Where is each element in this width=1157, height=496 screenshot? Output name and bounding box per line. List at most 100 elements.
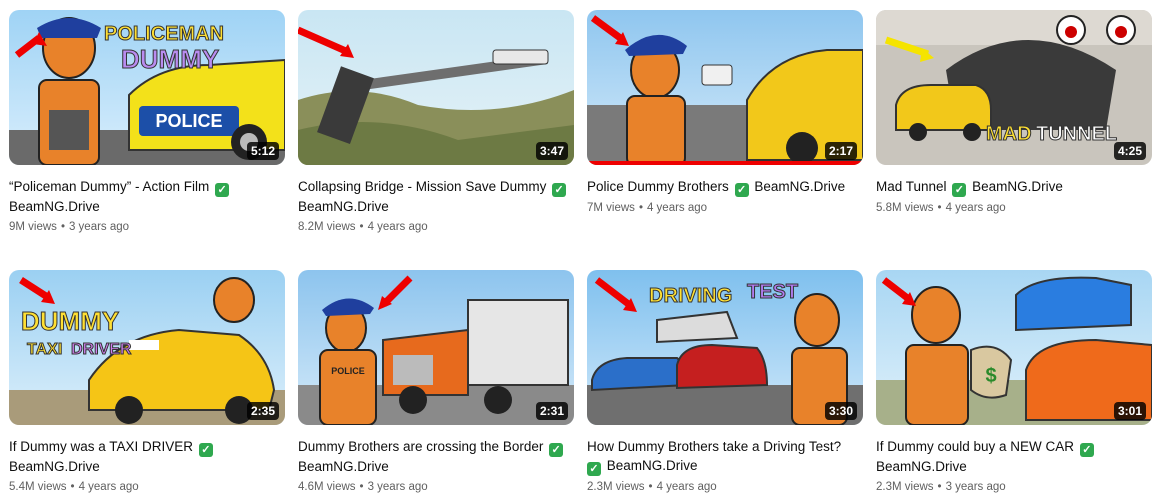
- thumbnail-image: [587, 10, 863, 165]
- video-stats: 5.4M views • 4 years ago: [9, 481, 139, 493]
- duration-badge: 3:01: [1113, 402, 1146, 420]
- video-title-text: If Dummy was a TAXI DRIVER: [9, 439, 194, 454]
- view-count: 9M views: [9, 221, 57, 233]
- duration-badge: 2:31: [535, 402, 568, 420]
- video-stats: 4.6M views • 3 years ago: [298, 481, 428, 493]
- thumbnail-caption: DRIVER: [71, 341, 132, 358]
- duration-badge: 4:25: [1113, 142, 1146, 160]
- video-title-text: “Policeman Dummy” - Action Film: [9, 179, 210, 194]
- verified-check-icon: ✓: [734, 183, 749, 197]
- video-title[interactable]: Police Dummy Brothers ✓ BeamNG.Drive: [587, 177, 863, 197]
- thumbnail-image: POLICE: [298, 270, 574, 425]
- video-title-text: Dummy Brothers are crossing the Border: [298, 439, 544, 454]
- police-sign-text: POLICE: [331, 366, 365, 376]
- thumbnail-caption: TUNNEL: [1036, 123, 1117, 145]
- thumbnail-caption: POLICEMAN: [104, 23, 224, 45]
- video-card[interactable]: DRIVING TEST 3:30 How Dummy Brothers tak…: [587, 270, 863, 496]
- video-stats: 8.2M views • 4 years ago: [298, 221, 428, 233]
- video-stats: 9M views • 3 years ago: [9, 221, 130, 233]
- thumbnail-image: [298, 10, 574, 165]
- duration-badge: 2:35: [246, 402, 279, 420]
- upload-age: 4 years ago: [367, 221, 428, 233]
- thumbnail-caption: TEST: [747, 281, 798, 303]
- verified-check-icon: ✓: [552, 183, 567, 197]
- view-count: 7M views: [587, 202, 635, 214]
- video-thumbnail[interactable]: POLICE 2:31: [298, 270, 574, 425]
- upload-age: 3 years ago: [945, 481, 1006, 493]
- video-title-text: Police Dummy Brothers: [587, 179, 729, 194]
- video-title[interactable]: Mad Tunnel ✓ BeamNG.Drive: [876, 177, 1152, 197]
- upload-age: 4 years ago: [78, 481, 139, 493]
- channel-row[interactable]: ✓ BeamNG.Drive: [587, 456, 863, 476]
- money-bag-text: $: [985, 365, 996, 387]
- verified-check-icon: ✓: [587, 462, 601, 476]
- video-stats: 2.3M views • 3 years ago: [876, 481, 1006, 493]
- video-thumbnail[interactable]: DRIVING TEST 3:30: [587, 270, 863, 425]
- verified-check-icon: ✓: [215, 183, 230, 197]
- view-count: 5.4M views: [9, 481, 67, 493]
- video-title[interactable]: Collapsing Bridge - Mission Save Dummy ✓: [298, 177, 574, 197]
- video-stats: 7M views • 4 years ago: [587, 202, 708, 214]
- duration-badge: 3:47: [535, 142, 568, 160]
- video-stats: 2.3M views • 4 years ago: [587, 481, 717, 493]
- thumbnail-caption: TAXI: [27, 341, 62, 358]
- verified-check-icon: ✓: [952, 183, 967, 197]
- channel-name[interactable]: BeamNG.Drive: [754, 179, 845, 194]
- upload-age: 4 years ago: [945, 202, 1006, 214]
- channel-name[interactable]: BeamNG.Drive: [876, 457, 1152, 476]
- view-count: 4.6M views: [298, 481, 356, 493]
- video-stats: 5.8M views • 4 years ago: [876, 202, 1006, 214]
- police-sign-text: POLICE: [155, 111, 222, 131]
- video-thumbnail[interactable]: $ 3:01: [876, 270, 1152, 425]
- channel-name[interactable]: BeamNG.Drive: [607, 458, 698, 473]
- watch-progress-bar: [587, 161, 863, 165]
- thumbnail-caption: DRIVING: [649, 285, 732, 307]
- duration-badge: 2:17: [824, 142, 857, 160]
- video-card[interactable]: POLICE 2:31 Dummy Brothers are crossing …: [298, 270, 574, 496]
- video-thumbnail[interactable]: POLICE POLICEMAN DUMMY 5:12: [9, 10, 285, 165]
- video-card[interactable]: POLICE POLICEMAN DUMMY 5:12 “Policeman D…: [9, 10, 285, 236]
- thumbnail-caption: MAD: [986, 123, 1032, 145]
- thumbnail-image: DRIVING TEST: [587, 270, 863, 425]
- duration-badge: 5:12: [246, 142, 279, 160]
- video-title[interactable]: “Policeman Dummy” - Action Film ✓: [9, 177, 285, 197]
- video-title-text: If Dummy could buy a NEW CAR: [876, 439, 1075, 454]
- thumbnail-image: MAD TUNNEL: [876, 10, 1152, 165]
- video-thumbnail[interactable]: MAD TUNNEL 4:25: [876, 10, 1152, 165]
- upload-age: 4 years ago: [646, 202, 708, 214]
- video-title[interactable]: How Dummy Brothers take a Driving Test?: [587, 437, 863, 456]
- video-card[interactable]: 2:17 Police Dummy Brothers ✓ BeamNG.Driv…: [587, 10, 863, 217]
- thumbnail-caption: DUMMY: [21, 306, 119, 336]
- thumbnail-caption: DUMMY: [121, 44, 219, 74]
- video-title[interactable]: If Dummy was a TAXI DRIVER ✓: [9, 437, 285, 457]
- video-title[interactable]: Dummy Brothers are crossing the Border ✓: [298, 437, 574, 457]
- channel-name[interactable]: BeamNG.Drive: [298, 197, 574, 216]
- upload-age: 4 years ago: [656, 481, 717, 493]
- thumbnail-image: DUMMY TAXI DRIVER: [9, 270, 285, 425]
- thumbnail-image: $: [876, 270, 1152, 425]
- view-count: 5.8M views: [876, 202, 934, 214]
- channel-name[interactable]: BeamNG.Drive: [298, 457, 574, 476]
- video-title-text: Mad Tunnel: [876, 179, 947, 194]
- video-thumbnail[interactable]: 3:47: [298, 10, 574, 165]
- video-thumbnail[interactable]: DUMMY TAXI DRIVER 2:35: [9, 270, 285, 425]
- channel-name[interactable]: BeamNG.Drive: [972, 179, 1063, 194]
- video-title-text: Collapsing Bridge - Mission Save Dummy: [298, 179, 547, 194]
- video-thumbnail[interactable]: 2:17: [587, 10, 863, 165]
- channel-name[interactable]: BeamNG.Drive: [9, 197, 285, 216]
- video-card[interactable]: 3:47 Collapsing Bridge - Mission Save Du…: [298, 10, 574, 236]
- verified-check-icon: ✓: [549, 443, 564, 457]
- verified-check-icon: ✓: [1079, 443, 1094, 457]
- video-card[interactable]: $ 3:01 If Dummy could buy a NEW CAR ✓ Be…: [876, 270, 1152, 496]
- upload-age: 3 years ago: [367, 481, 428, 493]
- duration-badge: 3:30: [824, 402, 857, 420]
- video-card[interactable]: MAD TUNNEL 4:25 Mad Tunnel ✓ BeamNG.Driv…: [876, 10, 1152, 217]
- verified-check-icon: ✓: [198, 443, 213, 457]
- view-count: 2.3M views: [587, 481, 645, 493]
- upload-age: 3 years ago: [68, 221, 130, 233]
- video-card[interactable]: DUMMY TAXI DRIVER 2:35 If Dummy was a TA…: [9, 270, 285, 496]
- video-title[interactable]: If Dummy could buy a NEW CAR ✓: [876, 437, 1152, 457]
- view-count: 8.2M views: [298, 221, 356, 233]
- channel-name[interactable]: BeamNG.Drive: [9, 457, 285, 476]
- view-count: 2.3M views: [876, 481, 934, 493]
